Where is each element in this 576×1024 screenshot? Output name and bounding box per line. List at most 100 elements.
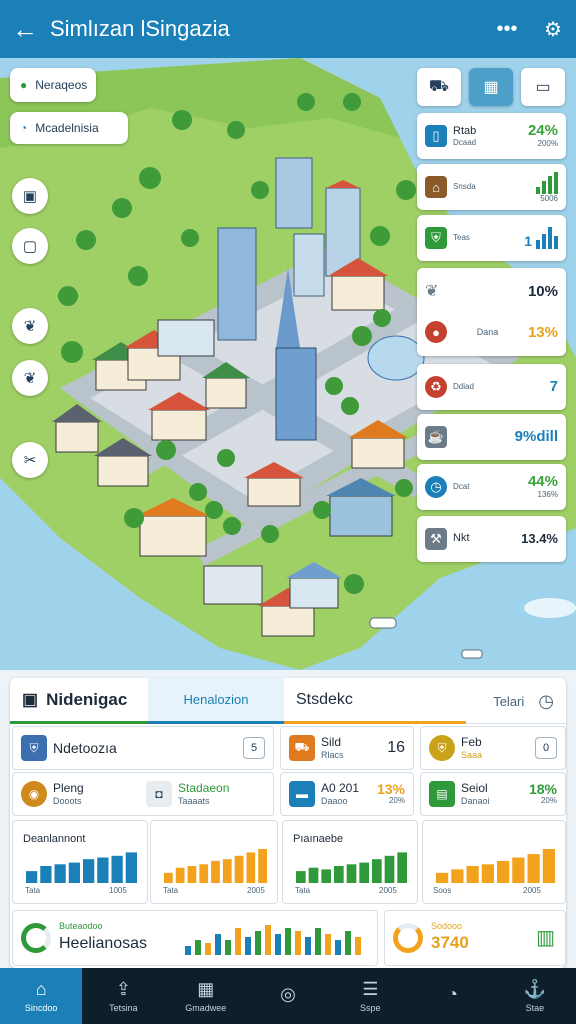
stat-card[interactable]: ◷ Dcat 44% 136%: [417, 464, 566, 510]
spark-bar: [205, 943, 211, 955]
chart-bar: [397, 852, 407, 883]
chart-card[interactable]: Tata 2005: [150, 820, 278, 904]
shopping-bag-button[interactable]: ⛟: [417, 68, 461, 106]
nav-buildings[interactable]: ▦ Gmadwee: [165, 968, 247, 1024]
crop-icon: ▣: [22, 188, 38, 205]
chart-card[interactable]: Soos 2005: [422, 820, 566, 904]
leaf-tool-button-2[interactable]: ❦: [12, 360, 48, 396]
spark-bar: [305, 937, 311, 955]
stat-card[interactable]: ◉ Pleng Dooots ◘ Stadaeon Taaaats: [12, 772, 274, 816]
stat-card[interactable]: ⛨ Ndetoozıa 5: [12, 726, 274, 770]
nav-upload[interactable]: ⇪ Tetsina: [82, 968, 164, 1024]
stat-card[interactable]: ▬ A0 201 Daaoo 13% 20%: [280, 772, 414, 816]
chart-bar: [451, 869, 464, 883]
spark-bars: [185, 925, 361, 955]
square-icon: ▢: [22, 238, 38, 255]
stat-card[interactable]: ♻ Ddiad 7: [417, 364, 566, 410]
spark-bar: [245, 937, 251, 955]
map-badge-second[interactable]: ◔ Mcadelnisia: [10, 112, 128, 144]
chart-bar: [512, 857, 525, 883]
building-icon: ▦: [197, 979, 215, 999]
spark-bar: [195, 940, 201, 955]
home-icon: ⌂: [35, 979, 47, 999]
stat-card[interactable]: ☕ 9%dill: [417, 414, 566, 460]
chart-bar: [527, 854, 540, 883]
anchor-icon: ⚓: [523, 979, 547, 999]
chart-bar: [497, 860, 510, 883]
chart-card[interactable]: Pıaınaebe Tata 2005: [282, 820, 418, 904]
chart-bar: [164, 872, 173, 883]
monitor-button[interactable]: ▭: [521, 68, 565, 106]
tablet-icon: ▯: [425, 125, 447, 147]
stat-card[interactable]: ⚒ Nkt 13.4%: [417, 516, 566, 562]
chart-bar: [346, 864, 357, 883]
recycle-icon: ♻: [425, 376, 447, 398]
scissors-icon: ✂: [23, 452, 37, 469]
scissors-tool-button[interactable]: ✂: [12, 442, 48, 478]
chart-bar: [321, 869, 331, 883]
crop-tool-button[interactable]: ▣: [12, 178, 48, 214]
chart-card[interactable]: Deanlannont Tata 1005: [12, 820, 148, 904]
more-dots-icon[interactable]: •••: [484, 18, 530, 41]
nav-list[interactable]: ☰ Sspe: [329, 968, 411, 1024]
clipboard-icon: ▤: [429, 781, 455, 807]
tab-henalozion[interactable]: Henalozion: [148, 678, 284, 724]
chart-bar: [83, 859, 95, 883]
chart-bar: [359, 862, 369, 883]
summary-card[interactable]: Sodooo 3740 ▥: [384, 910, 566, 966]
nav-anchor[interactable]: ⚓ Stae: [494, 968, 576, 1024]
car-icon: ▬: [289, 781, 315, 807]
nav-check[interactable]: ◔: [411, 968, 493, 1024]
tab-overview[interactable]: ▣ Nidenigac: [10, 678, 148, 724]
back-button[interactable]: ←: [0, 14, 50, 45]
list-icon: ☰: [362, 979, 379, 999]
nav-circle[interactable]: ◎: [247, 968, 329, 1024]
chart-bar: [466, 866, 479, 883]
chart-bar: [26, 871, 38, 883]
tab-stsdekc[interactable]: Stsdekc: [284, 678, 466, 724]
spark-bar: [315, 928, 321, 955]
tab-telari[interactable]: Telari ◷: [466, 678, 566, 724]
chart-bar: [234, 855, 244, 883]
shield-icon: ⛨: [21, 735, 47, 761]
map-badge-top[interactable]: ● Neraqeos: [10, 68, 96, 102]
stat-card[interactable]: ⛨ Feb Saaa 0: [420, 726, 566, 770]
chart-bar: [97, 857, 109, 883]
cup-icon: ☕: [425, 426, 447, 448]
chart-bar: [258, 849, 267, 883]
globe-icon: ◔: [20, 121, 28, 135]
stat-card[interactable]: ⛟ Sild Rlacs 16: [280, 726, 414, 770]
box-icon: ▦: [483, 79, 499, 96]
chart-bar: [222, 859, 232, 883]
box-button[interactable]: ▦: [469, 68, 513, 106]
stat-card[interactable]: ⛨ Teas 1: [417, 215, 566, 261]
stat-card-group[interactable]: ❦ 10% ● Dana 13%: [417, 268, 566, 356]
nav-home[interactable]: ⌂ Sincdoo: [0, 968, 83, 1024]
chart-bar: [68, 862, 80, 883]
bottom-nav: ⌂ Sincdoo ⇪ Tetsina ▦ Gmadwee ◎ ☰ Sspe ◔ ⚓ St…: [0, 968, 576, 1024]
stat-card[interactable]: ▤ Seiol Danaoi 18% 20%: [420, 772, 566, 816]
stat-card[interactable]: ⌂ Snsda 5006: [417, 164, 566, 210]
square-tool-button[interactable]: ▢: [12, 228, 48, 264]
chart-bar: [542, 849, 555, 883]
chart-bar: [296, 871, 306, 883]
coin-icon: ◉: [21, 781, 47, 807]
city-map[interactable]: ● Neraqeos ◔ Mcadelnisia ▣ ▢ ❦ ❦ ✂ ▯ Rta…: [0, 58, 576, 670]
upload-icon: ⇪: [115, 979, 131, 999]
spark-bar: [345, 931, 351, 955]
network-icon[interactable]: ⚙: [530, 17, 576, 42]
stat-card[interactable]: ▯ Rtab Dcaad 24% 200%: [417, 113, 566, 159]
shopping-bag-icon: ⛟: [428, 78, 450, 95]
chart-bar: [308, 867, 319, 883]
shield-icon: ⛨: [429, 735, 455, 761]
spark-bar: [225, 940, 231, 955]
chart-bar: [199, 864, 209, 883]
chart-bar: [246, 852, 256, 883]
leaf-icon: ●: [20, 78, 28, 92]
check-icon: ◔: [447, 984, 458, 1004]
progress-ring: [393, 923, 423, 953]
chart-bar: [384, 855, 395, 883]
leaf-tool-button[interactable]: ❦: [12, 308, 48, 344]
summary-card[interactable]: Buteaodoo Heelianosas: [12, 910, 378, 966]
chart-bar: [187, 866, 197, 883]
